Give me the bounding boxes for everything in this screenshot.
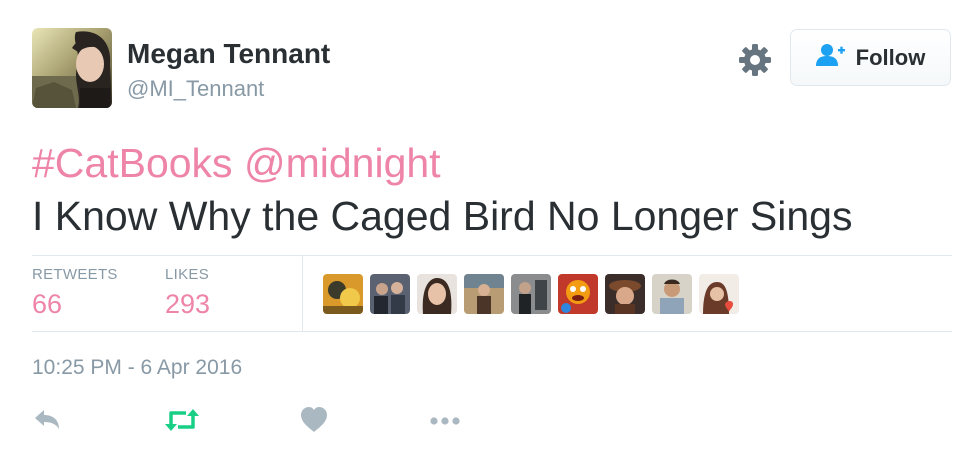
more-icon[interactable] bbox=[428, 405, 462, 440]
hashtag-link[interactable]: #CatBooks bbox=[32, 140, 233, 186]
retweets-count: 66 bbox=[32, 289, 63, 319]
liker-avatar[interactable] bbox=[699, 274, 739, 314]
follow-button-label: Follow bbox=[855, 44, 926, 70]
tweet-text: #CatBooks @midnight I Know Why the Caged… bbox=[32, 137, 852, 243]
follow-person-icon bbox=[815, 42, 846, 74]
divider bbox=[32, 331, 952, 332]
liker-avatar[interactable] bbox=[370, 274, 410, 314]
retweet-icon[interactable] bbox=[164, 405, 200, 440]
liker-avatars bbox=[323, 274, 739, 314]
tweet-timestamp[interactable]: 10:25 PM - 6 Apr 2016 bbox=[32, 356, 242, 380]
liker-avatar[interactable] bbox=[652, 274, 692, 314]
retweets-label: RETWEETS bbox=[32, 266, 118, 283]
liker-avatar[interactable] bbox=[558, 274, 598, 314]
divider bbox=[32, 255, 952, 256]
author-avatar[interactable] bbox=[32, 28, 112, 108]
author-name[interactable]: Megan Tennant bbox=[127, 38, 330, 70]
likes-label: LIKES bbox=[165, 266, 210, 283]
likes-stat[interactable]: LIKES 293 bbox=[165, 266, 210, 320]
stats-separator bbox=[302, 256, 303, 331]
author-handle[interactable]: @MI_Tennant bbox=[127, 76, 264, 102]
liker-avatar[interactable] bbox=[511, 274, 551, 314]
mention-link[interactable]: @midnight bbox=[244, 140, 441, 186]
follow-button[interactable]: Follow bbox=[790, 29, 951, 86]
liker-avatar[interactable] bbox=[417, 274, 457, 314]
liker-avatar[interactable] bbox=[323, 274, 363, 314]
liker-avatar[interactable] bbox=[605, 274, 645, 314]
gear-icon[interactable] bbox=[736, 41, 774, 79]
retweets-stat[interactable]: RETWEETS 66 bbox=[32, 266, 118, 320]
reply-icon[interactable] bbox=[32, 405, 62, 440]
tweet-body: I Know Why the Caged Bird No Longer Sing… bbox=[32, 193, 853, 239]
liker-avatar[interactable] bbox=[464, 274, 504, 314]
like-heart-icon[interactable] bbox=[299, 405, 329, 440]
likes-count: 293 bbox=[165, 289, 211, 319]
